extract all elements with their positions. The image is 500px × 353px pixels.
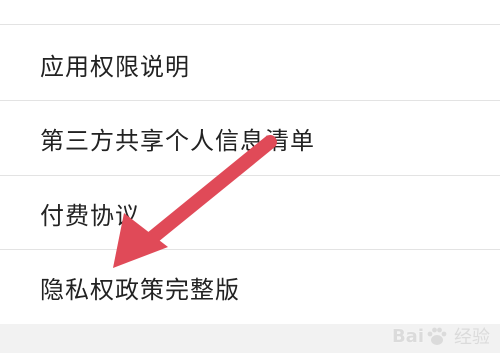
baidu-jingyan-watermark: Bai 经验: [392, 323, 490, 349]
screen: 应用权限说明 第三方共享个人信息清单 付费协议 隐私权政策完整版 Bai 经验: [0, 0, 500, 353]
list-item-label: 付费协议: [40, 201, 140, 230]
list-item-label: 隐私权政策完整版: [40, 275, 240, 304]
list-item-label: 第三方共享个人信息清单: [40, 126, 315, 155]
paw-icon: [427, 327, 447, 345]
list-item-third-party-sharing[interactable]: 第三方共享个人信息清单: [0, 101, 500, 175]
watermark-suffix: 经验: [454, 327, 490, 348]
list-item-app-permissions[interactable]: 应用权限说明: [0, 27, 500, 101]
list-item-privacy-policy-full[interactable]: 隐私权政策完整版: [0, 250, 500, 324]
divider: [0, 24, 500, 25]
list-item-label: 应用权限说明: [40, 52, 190, 81]
settings-list: 应用权限说明 第三方共享个人信息清单 付费协议 隐私权政策完整版: [0, 0, 500, 324]
watermark-brand: Bai: [391, 325, 424, 347]
list-item-payment-agreement[interactable]: 付费协议: [0, 176, 500, 250]
